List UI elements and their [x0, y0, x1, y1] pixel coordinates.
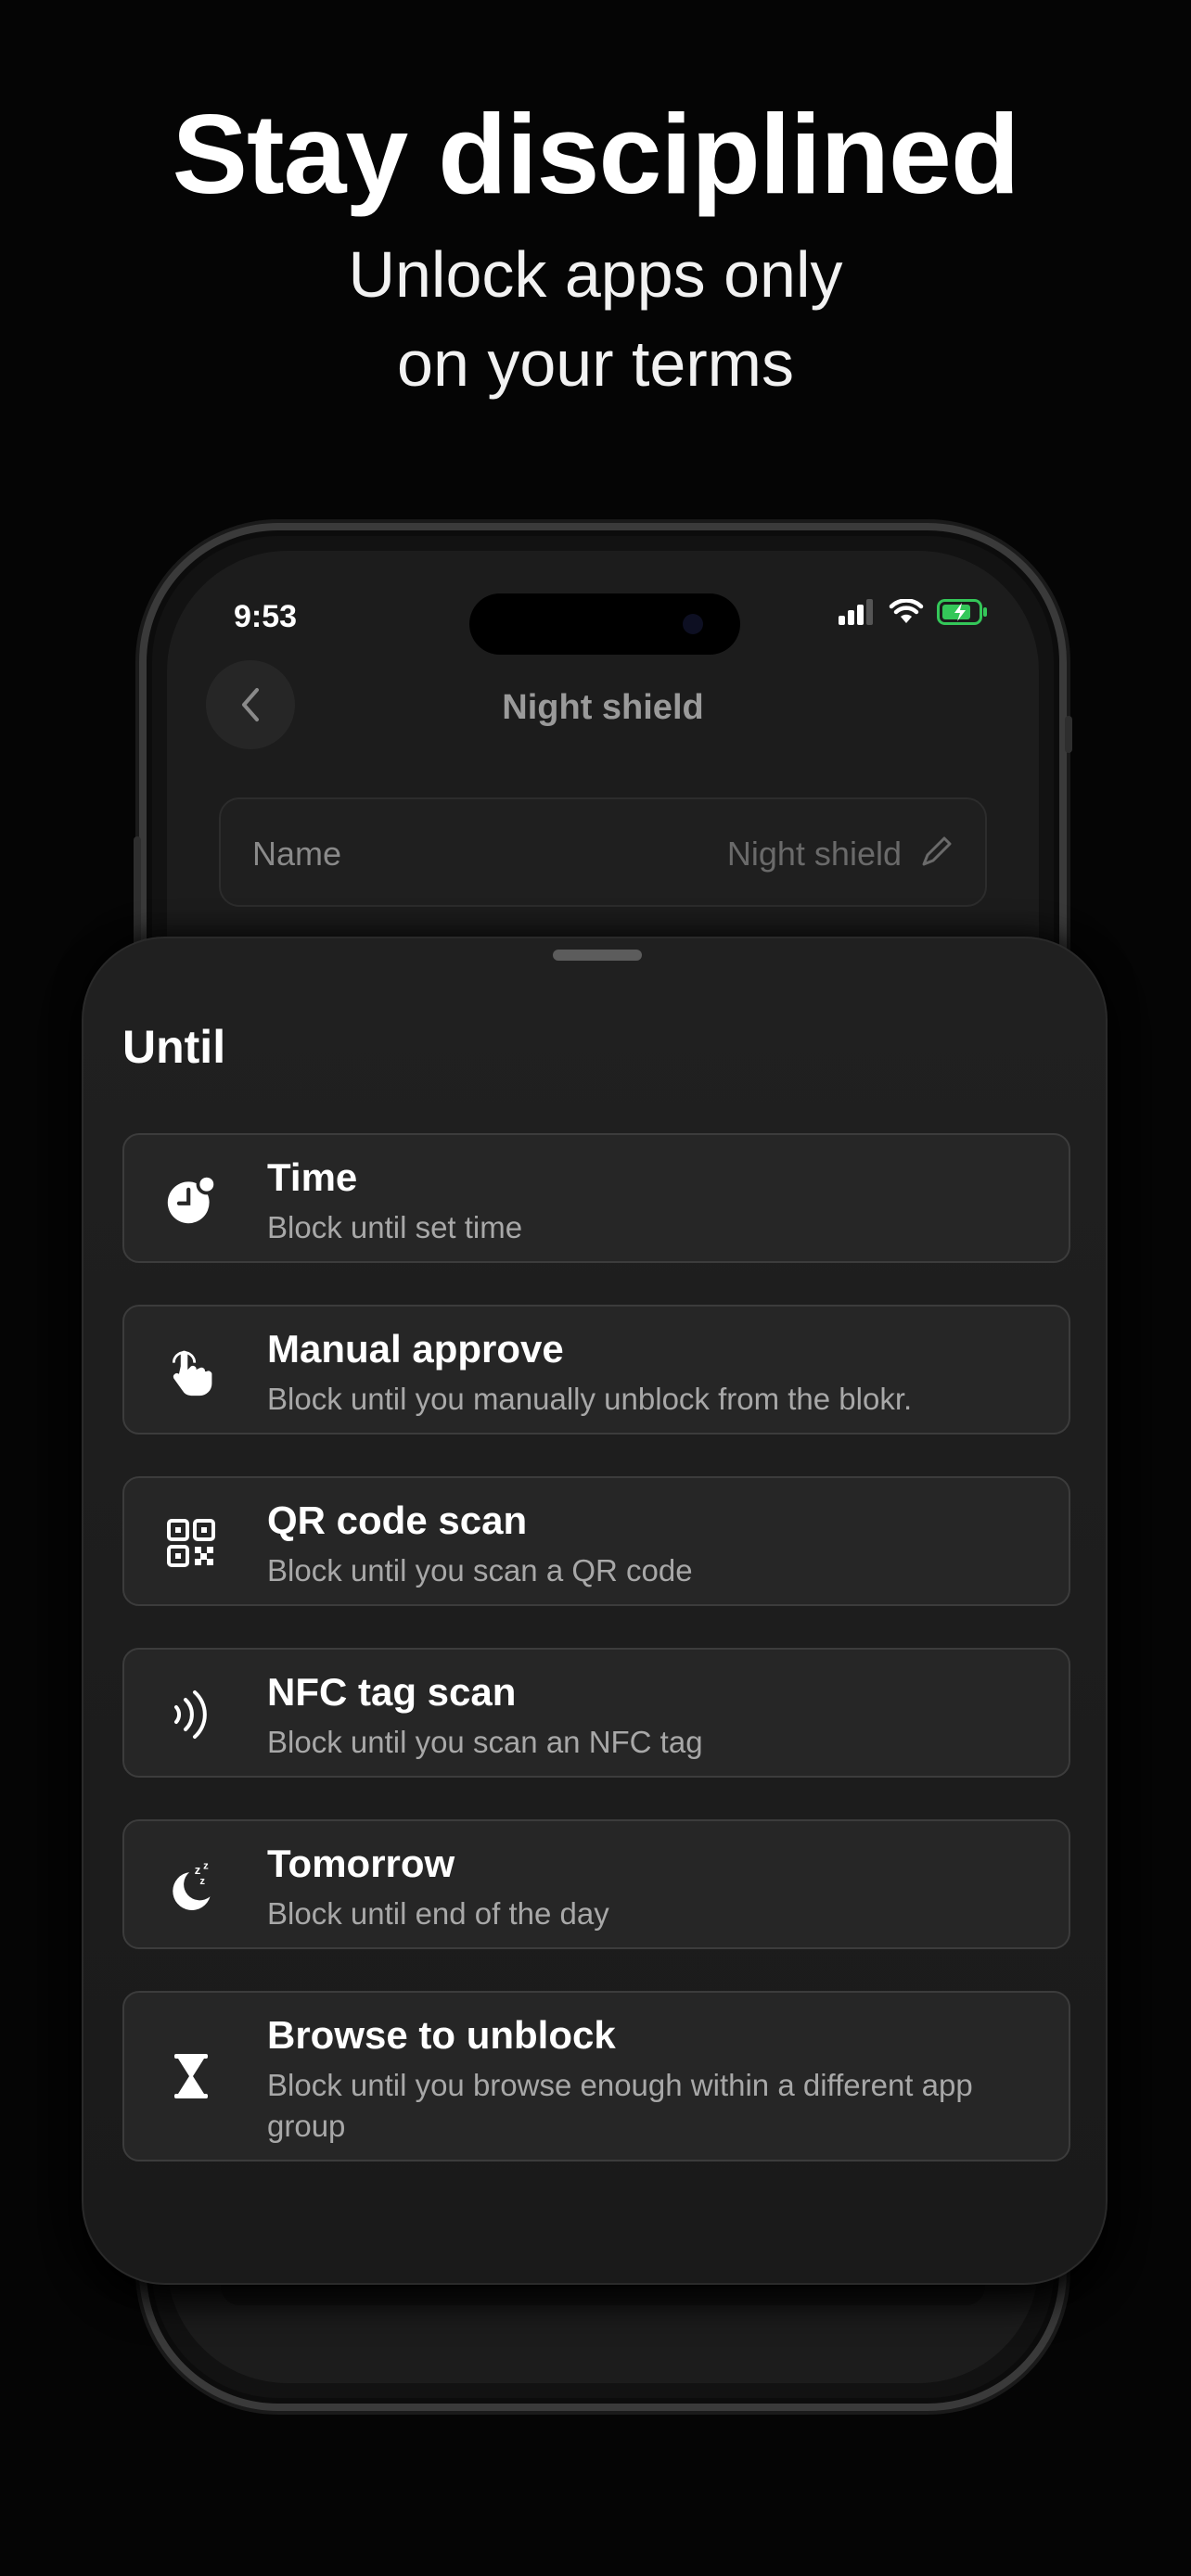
- wifi-icon: [889, 599, 924, 623]
- svg-text:z: z: [199, 1876, 205, 1887]
- option-title: Tomorrow: [267, 1842, 455, 1885]
- option-description: Block until you browse enough within a d…: [267, 2068, 973, 2143]
- option-manual-approve[interactable]: Manual approve Block until you manually …: [122, 1305, 1070, 1435]
- hand-tap-icon: [165, 1345, 217, 1397]
- name-field-label: Name: [252, 835, 342, 873]
- clock-icon: [165, 1174, 217, 1226]
- option-browse-to-unblock[interactable]: Browse to unblock Block until you browse…: [122, 1991, 1070, 2162]
- hourglass-icon: [165, 2050, 217, 2102]
- headline-title: Stay disciplined: [172, 91, 1020, 217]
- option-description: Block until set time: [267, 1210, 523, 1244]
- option-qr-code-scan[interactable]: QR code scan Block until you scan a QR c…: [122, 1476, 1070, 1606]
- option-nfc-tag-scan[interactable]: NFC tag scan Block until you scan an NFC…: [122, 1648, 1070, 1778]
- dynamic-island: [469, 593, 740, 655]
- camera-dot: [683, 614, 703, 634]
- option-description: Block until you manually unblock from th…: [267, 1382, 913, 1416]
- phone-side-button: [134, 836, 141, 948]
- until-sheet: Until Time Block until set time Manual a…: [82, 937, 1108, 2285]
- nfc-icon: [165, 1689, 217, 1741]
- name-field-value: Night shield: [726, 835, 902, 873]
- headline-subtitle-line1: Unlock apps only: [348, 238, 843, 311]
- option-title: Time: [267, 1155, 358, 1199]
- option-title: NFC tag scan: [267, 1670, 517, 1714]
- nav-title: Night shield: [502, 688, 704, 727]
- svg-text:z: z: [195, 1863, 201, 1877]
- option-description: Block until you scan an NFC tag: [267, 1725, 703, 1759]
- name-field-row[interactable]: Name Night shield: [219, 797, 987, 907]
- pencil-icon[interactable]: [918, 835, 954, 870]
- headline-subtitle-line2: on your terms: [397, 327, 794, 400]
- option-time[interactable]: Time Block until set time: [122, 1133, 1070, 1263]
- qr-code-icon: [165, 1517, 217, 1569]
- option-description: Block until you scan a QR code: [267, 1553, 693, 1588]
- signal-icon: [839, 599, 873, 625]
- status-icons: [839, 599, 989, 625]
- option-title: Manual approve: [267, 1327, 564, 1371]
- moon-sleep-icon: z z z: [165, 1860, 217, 1912]
- phone-side-button-right: [1065, 716, 1072, 753]
- option-title: QR code scan: [267, 1498, 528, 1542]
- headline-subtitle: Unlock apps only on your terms: [0, 230, 1191, 408]
- option-description: Block until end of the day: [267, 1896, 609, 1931]
- option-tomorrow[interactable]: z z z Tomorrow Block until end of the da…: [122, 1819, 1070, 1949]
- battery-icon: [937, 599, 987, 625]
- status-time: 9:53: [234, 599, 298, 634]
- option-title: Browse to unblock: [267, 2013, 616, 2057]
- sheet-grabber[interactable]: [553, 950, 642, 961]
- svg-text:z: z: [203, 1860, 209, 1871]
- sheet-title: Until: [122, 1021, 226, 1073]
